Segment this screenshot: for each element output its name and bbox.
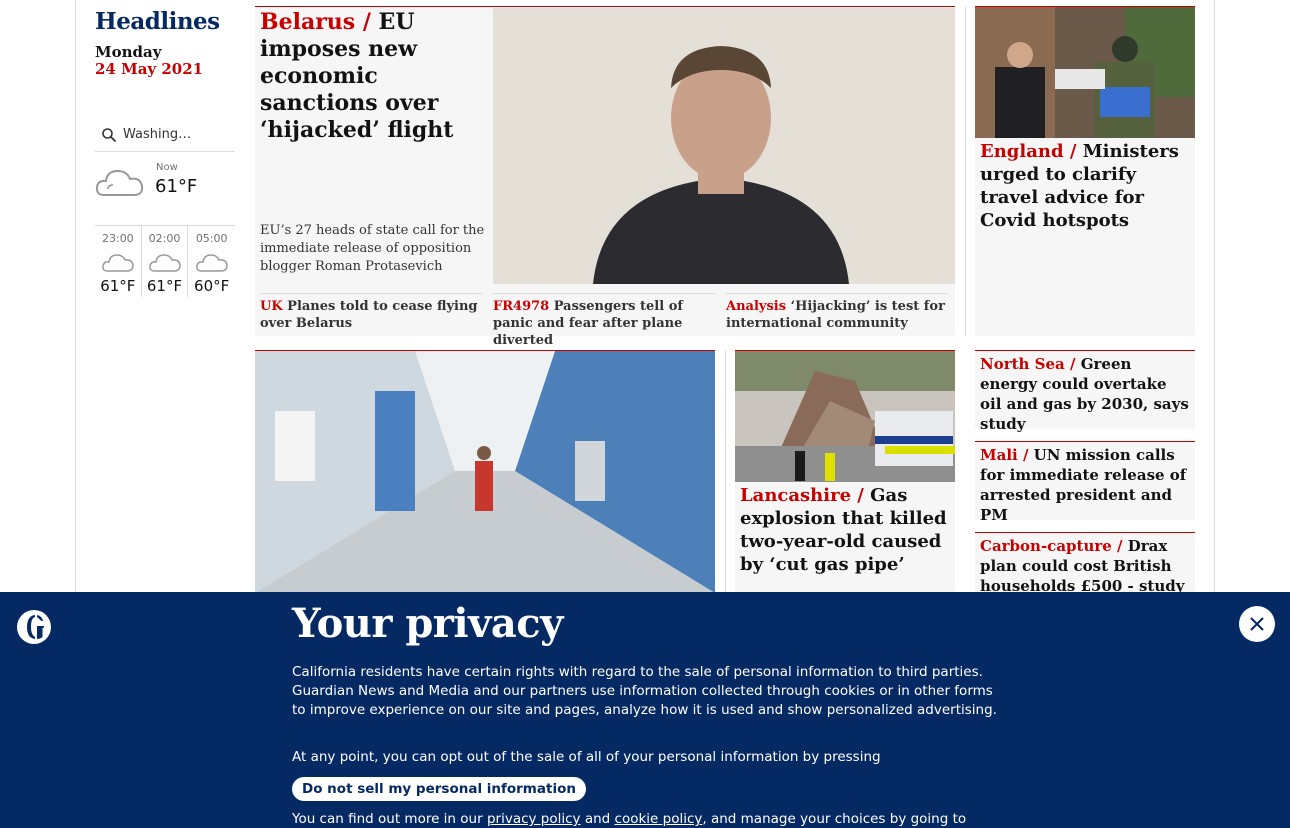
guardian-logo-icon bbox=[17, 610, 51, 644]
story-headline[interactable]: England / Ministers urged to clarify tra… bbox=[980, 140, 1190, 232]
privacy-footer-suffix: , and manage your choices by going to bbox=[702, 811, 967, 827]
search-icon bbox=[102, 127, 117, 142]
sublink[interactable]: FR4978 Passengers tell of panic and fear… bbox=[493, 293, 715, 349]
column-divider bbox=[965, 6, 966, 336]
forecast-temp: 60°F bbox=[194, 277, 230, 295]
cloud-icon bbox=[195, 254, 228, 272]
weather-now-temp: 61°F bbox=[155, 176, 198, 197]
story-image[interactable] bbox=[255, 351, 715, 592]
story-card[interactable]: Lancashire / Gas explosion that killed t… bbox=[735, 350, 955, 592]
section-title: Headlines bbox=[95, 8, 220, 35]
cloud-icon bbox=[148, 254, 181, 272]
story-card[interactable]: England / Ministers urged to clarify tra… bbox=[975, 6, 1195, 336]
story-kicker: Mali / bbox=[980, 446, 1029, 464]
forecast-time: 23:00 bbox=[101, 232, 134, 245]
forecast-temp: 61°F bbox=[146, 277, 183, 295]
feature-standfirst: EU’s 27 heads of state call for the imme… bbox=[260, 223, 485, 274]
story-card[interactable]: Mali / UN mission calls for immediate re… bbox=[975, 441, 1195, 524]
sublink[interactable]: Analysis ‘Hijacking’ is test for interna… bbox=[726, 293, 948, 332]
do-not-sell-button[interactable]: Do not sell my personal information bbox=[292, 777, 586, 801]
story-kicker: North Sea / bbox=[980, 355, 1076, 373]
date-day: Monday bbox=[95, 43, 162, 61]
story-kicker: England / bbox=[980, 141, 1077, 162]
forecast-hour: 05:00 60°F bbox=[188, 226, 235, 297]
weather-location-search[interactable]: Washing… bbox=[95, 118, 235, 152]
cloud-icon bbox=[101, 254, 134, 272]
column-divider bbox=[725, 350, 726, 592]
privacy-footer: You can find out more in our privacy pol… bbox=[292, 810, 1012, 828]
forecast-hour: 02:00 61°F bbox=[142, 226, 189, 297]
sublink-text: Planes told to cease flying over Belarus bbox=[260, 299, 478, 331]
story-card[interactable]: Carbon-capture / Drax plan could cost Br… bbox=[975, 532, 1195, 595]
sublink-kicker: FR4978 bbox=[493, 299, 550, 314]
cookie-policy-link[interactable]: cookie policy bbox=[615, 811, 703, 827]
forecast-time: 05:00 bbox=[195, 232, 228, 245]
story-image[interactable] bbox=[975, 7, 1195, 138]
privacy-footer-and: and bbox=[580, 811, 615, 827]
close-banner-button[interactable] bbox=[1239, 606, 1275, 642]
close-icon bbox=[1250, 617, 1264, 631]
privacy-banner: Your privacy California residents have c… bbox=[0, 592, 1290, 828]
forecast-hour: 23:00 61°F bbox=[95, 226, 142, 297]
privacy-policy-link[interactable]: privacy policy bbox=[487, 811, 581, 827]
story-card[interactable]: North Sea / Green energy could overtake … bbox=[975, 350, 1195, 433]
feature-kicker: Belarus / bbox=[260, 9, 371, 35]
story-kicker: Lancashire / bbox=[740, 485, 864, 506]
privacy-body: California residents have certain rights… bbox=[292, 664, 997, 718]
forecast-time: 02:00 bbox=[148, 232, 181, 245]
privacy-footer-prefix: You can find out more in our bbox=[292, 811, 487, 827]
feature-headline[interactable]: Belarus / EU imposes new economic sancti… bbox=[260, 9, 485, 144]
sublink[interactable]: UK Planes told to cease flying over Bela… bbox=[260, 293, 482, 332]
story-image[interactable] bbox=[735, 351, 955, 482]
weather-now-label: Now bbox=[156, 162, 178, 173]
forecast-temp: 61°F bbox=[100, 277, 136, 295]
privacy-title: Your privacy bbox=[292, 600, 563, 647]
story-card[interactable] bbox=[255, 350, 715, 592]
date-full: 24 May 2021 bbox=[95, 60, 204, 78]
weather-location: Washing… bbox=[123, 127, 192, 142]
story-headline[interactable]: Lancashire / Gas explosion that killed t… bbox=[740, 484, 952, 576]
sublink-kicker: UK bbox=[260, 299, 283, 314]
sublink-kicker: Analysis bbox=[726, 299, 787, 314]
story-kicker: Carbon-capture / bbox=[980, 537, 1123, 555]
privacy-body-optout: At any point, you can opt out of the sal… bbox=[292, 749, 881, 765]
weather-forecast: 23:00 61°F 02:00 61°F 05:00 60°F bbox=[95, 225, 235, 297]
cloud-icon bbox=[95, 169, 144, 196]
feature-story[interactable]: Belarus / EU imposes new economic sancti… bbox=[255, 6, 955, 348]
feature-image[interactable] bbox=[493, 8, 955, 284]
